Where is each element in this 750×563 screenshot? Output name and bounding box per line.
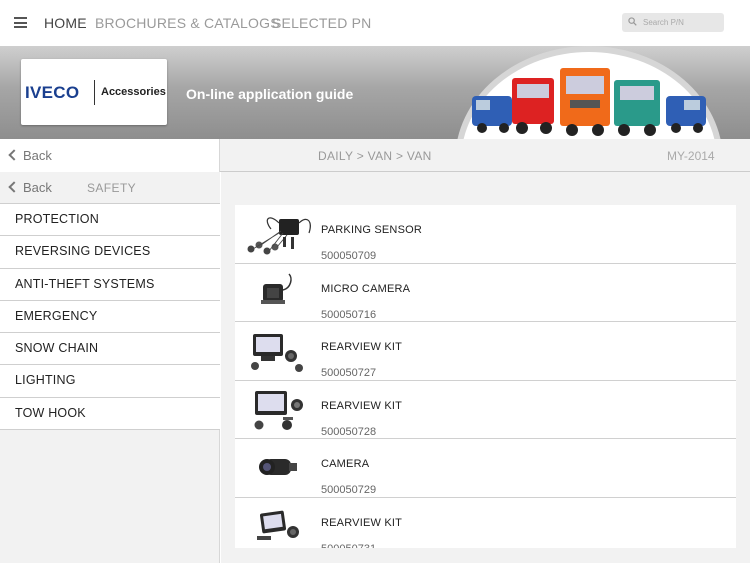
sidebar-title: SAFETY xyxy=(87,181,137,195)
product-row[interactable]: REARVIEW KIT 500050731 xyxy=(235,498,736,548)
sidebar-item-tow-hook[interactable]: TOW HOOK xyxy=(0,397,220,431)
model-year: MY-2014 xyxy=(667,149,715,163)
sidebar-header: Back SAFETY xyxy=(0,172,220,204)
category-sidebar: Back SAFETY PROTECTION REVERSING DEVICES… xyxy=(0,172,220,563)
sidebar-item-snow-chain[interactable]: SNOW CHAIN xyxy=(0,333,220,366)
sidebar-item-reversing-devices[interactable]: REVERSING DEVICES xyxy=(0,236,220,269)
product-list[interactable]: PARKING SENSOR 500050709 MICRO CAMERA 50… xyxy=(235,205,736,548)
chevron-left-icon xyxy=(8,149,20,161)
parking-sensor-icon xyxy=(247,217,311,255)
product-row[interactable]: REARVIEW KIT 500050728 xyxy=(235,381,736,440)
sidebar-item-protection[interactable]: PROTECTION xyxy=(0,204,220,237)
breadcrumb-bar: Back DAILY > VAN > VAN MY-2014 xyxy=(0,139,750,172)
camera-icon xyxy=(259,459,297,476)
product-pn: 500050716 xyxy=(321,308,377,321)
sidebar-back-button[interactable]: Back xyxy=(8,180,52,195)
sidebar-item-anti-theft-systems[interactable]: ANTI-THEFT SYSTEMS xyxy=(0,268,220,301)
truck-lineup-image xyxy=(472,68,706,136)
product-pn: 500050728 xyxy=(321,425,377,438)
rearview-kit-icon xyxy=(257,510,299,540)
search-box[interactable] xyxy=(622,13,724,32)
banner-subtitle: On-line application guide xyxy=(186,86,354,102)
breadcrumb-path: DAILY > VAN > VAN xyxy=(318,149,432,163)
product-pn: 500050731 xyxy=(321,543,376,548)
back-button[interactable]: Back xyxy=(8,148,52,163)
product-name: PARKING SENSOR xyxy=(321,224,423,236)
breadcrumb-back-panel: Back xyxy=(0,139,220,172)
rearview-kit-icon xyxy=(254,390,303,430)
nav-home[interactable]: HOME xyxy=(44,15,87,31)
product-row[interactable]: PARKING SENSOR 500050709 xyxy=(235,205,736,264)
header-banner: IVECO Accessories On-line application gu… xyxy=(0,46,750,139)
logo-divider xyxy=(94,80,95,105)
logo-sub: Accessories xyxy=(101,86,166,98)
rearview-kit-icon xyxy=(251,334,303,373)
product-pn: 500050709 xyxy=(321,250,377,262)
back-label: Back xyxy=(23,180,52,195)
logo-brand: IVECO xyxy=(25,83,80,102)
product-name: CAMERA xyxy=(321,458,370,471)
product-row[interactable]: CAMERA 500050729 xyxy=(235,439,736,498)
search-icon xyxy=(628,17,637,26)
product-row[interactable]: REARVIEW KIT 500050727 xyxy=(235,322,736,381)
product-pn: 500050727 xyxy=(321,367,377,380)
search-input[interactable] xyxy=(643,14,721,31)
menu-icon[interactable] xyxy=(14,17,27,28)
product-name: MICRO CAMERA xyxy=(321,282,411,295)
product-row[interactable]: MICRO CAMERA 500050716 xyxy=(235,264,736,323)
product-pn: 500050729 xyxy=(321,484,377,497)
product-name: REARVIEW KIT xyxy=(321,516,403,529)
iveco-accessories-logo: IVECO Accessories xyxy=(21,59,167,125)
sidebar-item-emergency[interactable]: EMERGENCY xyxy=(0,300,220,334)
top-navigation: HOME BROCHURES & CATALOGS SELECTED PN xyxy=(0,0,750,46)
product-name: REARVIEW KIT xyxy=(321,399,403,412)
nav-brochures-catalogs[interactable]: BROCHURES & CATALOGS xyxy=(95,15,280,31)
nav-selected-pn[interactable]: SELECTED PN xyxy=(272,15,371,31)
back-label: Back xyxy=(23,148,52,163)
micro-camera-icon xyxy=(261,273,292,304)
sidebar-item-lighting[interactable]: LIGHTING xyxy=(0,365,220,398)
product-name: REARVIEW KIT xyxy=(321,341,403,354)
product-panel: PARKING SENSOR 500050709 MICRO CAMERA 50… xyxy=(221,172,750,563)
sidebar-list: PROTECTION REVERSING DEVICES ANTI-THEFT … xyxy=(0,204,220,431)
chevron-left-icon xyxy=(8,181,20,193)
